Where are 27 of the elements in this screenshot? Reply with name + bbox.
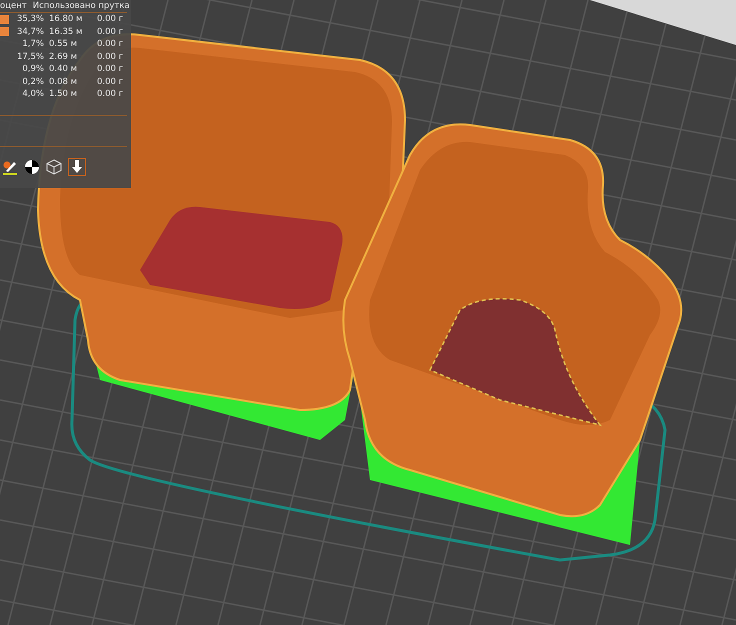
column-header: Использовано прутка — [32, 1, 130, 12]
weight-text: 0.00 г — [97, 64, 124, 74]
length-text: 0.55 м — [48, 39, 78, 50]
length-text: 2.69 м — [48, 52, 78, 62]
weight-text: 0.00 г — [97, 76, 124, 87]
length-text: 0.08 м — [48, 76, 78, 87]
weight-text: 0.00 г — [97, 39, 124, 50]
percent-text: 0,2% — [21, 76, 44, 87]
percent-text: 17,5% — [16, 52, 44, 62]
weight-text: 0.00 г — [97, 14, 124, 24]
percent-text: 4,0% — [21, 89, 44, 100]
length-text: 16.80 м — [48, 14, 84, 24]
length-text: 16.35 м — [48, 26, 84, 37]
percent-text: 1,7% — [21, 39, 44, 50]
weight-text: 0.00 г — [97, 26, 124, 37]
percent-text: 34,7% — [16, 26, 44, 37]
3d-viewport[interactable]: оцент Использовано прутка 35,3% 16.80 м 0.00 г 34,7% 16.35 м 0.00 г 1,7% 0.55 м 0.00 г 17,5% 2.69 м 0.00 г 0,9% 0.40 м 0.00 г 0,2% 0.08 м 0.00 г 4,0% 1.50 м 0.00 г — [0, 0, 736, 625]
length-text: 0.40 м — [48, 64, 78, 74]
percent-text: 35,3% — [16, 14, 44, 24]
weight-text: 0.00 г — [97, 52, 124, 62]
column-header: оцент — [0, 1, 27, 12]
weight-text: 0.00 г — [97, 89, 124, 100]
cube-icon[interactable] — [46, 159, 62, 175]
length-text: 1.50 м — [48, 89, 78, 100]
checker-sphere-icon[interactable] — [24, 159, 40, 175]
pencil-gear-icon[interactable] — [2, 159, 18, 175]
percent-text: 0,9% — [21, 64, 44, 74]
